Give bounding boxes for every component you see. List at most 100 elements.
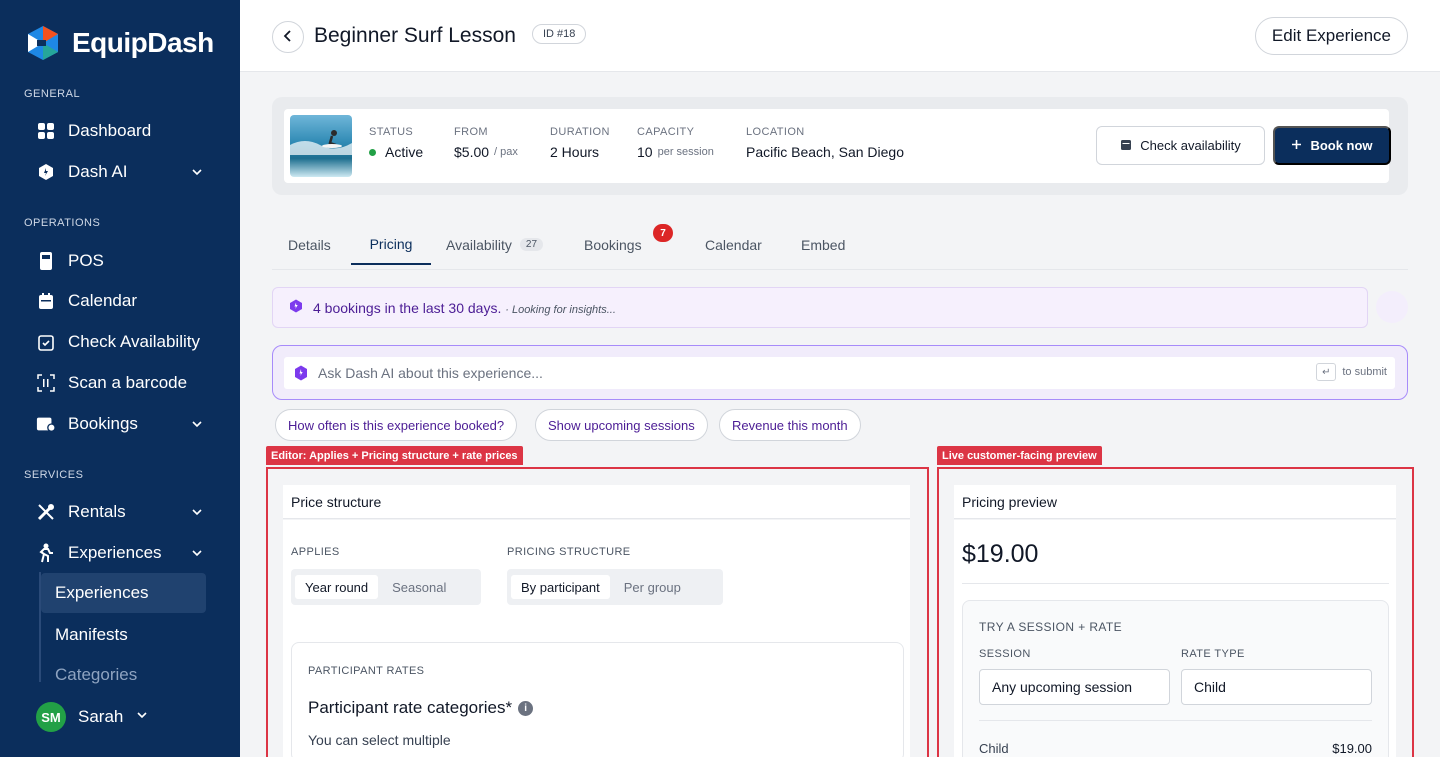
suggestion-chip[interactable]: How often is this experience booked? [275, 409, 518, 441]
sidebar-item-dash-ai[interactable]: Dash AI [36, 154, 216, 190]
ai-hexagon-icon [289, 299, 303, 316]
sidebar-item-calendar[interactable]: Calendar [36, 283, 216, 319]
sidebar-item-bookings[interactable]: Bookings [36, 406, 216, 442]
submit-hint: ↵ to submit [1316, 363, 1387, 381]
grid-icon [36, 121, 56, 141]
session-label: SESSION [979, 648, 1031, 660]
applies-toggle: Year round Seasonal [291, 569, 481, 605]
capacity-label: CAPACITY [637, 126, 695, 138]
user-menu[interactable]: SM Sarah [36, 702, 149, 732]
duration-value: 2 Hours [550, 144, 600, 160]
tab-label: Details [288, 236, 331, 253]
tab-calendar[interactable]: Calendar [689, 224, 778, 265]
participant-rates-card: PARTICIPANT RATES Participant rate categ… [291, 642, 904, 757]
session-select[interactable]: Any upcoming session [979, 669, 1170, 705]
book-now-button[interactable]: Book now [1273, 126, 1391, 165]
info-icon[interactable]: i [518, 701, 534, 717]
preview-price: $19.00 [962, 540, 1039, 568]
tab-availability[interactable]: Availability 27 [430, 224, 559, 265]
brand[interactable]: EquipDash [24, 24, 214, 62]
insight-hint: · Looking for insights... [505, 303, 616, 316]
calendar-icon [36, 291, 56, 311]
sidebar-item-label: Dash AI [68, 162, 128, 181]
sidebar-item-label: Rentals [68, 502, 126, 521]
pricing-preview-title: Pricing preview [954, 485, 1396, 519]
bookings-icon [36, 414, 56, 434]
divider [979, 720, 1372, 721]
calendar-icon [1120, 138, 1132, 154]
suggestion-chip[interactable]: Revenue this month [719, 409, 861, 441]
line-item-label: Child [979, 741, 1009, 756]
sidebar-item-label: Experiences [68, 543, 162, 562]
experience-thumbnail [290, 115, 352, 177]
rate-categories-subtitle: You can select multiple [308, 732, 451, 748]
sidebar-subitem-manifests[interactable]: Manifests [41, 615, 206, 655]
ask-ai-input[interactable]: Ask Dash AI about this experience... ↵ t… [284, 357, 1395, 389]
applies-option-seasonal[interactable]: Seasonal [382, 575, 456, 599]
from-field: FROM $5.00 / pax [454, 126, 518, 160]
enter-key-icon: ↵ [1316, 363, 1337, 381]
section-label-general: GENERAL [24, 88, 81, 100]
ask-ai-placeholder: Ask Dash AI about this experience... [318, 365, 543, 381]
experience-summary: STATUS Active FROM $5.00 / pax DURATION 2… [272, 97, 1408, 195]
sidebar-item-dashboard[interactable]: Dashboard [36, 113, 216, 149]
try-session-label: TRY A SESSION + RATE [979, 620, 1123, 634]
sidebar-item-label: Check Availability [68, 332, 200, 351]
user-name: Sarah [78, 707, 124, 726]
check-availability-button[interactable]: Check availability [1096, 126, 1265, 165]
suggestion-chip[interactable]: Show upcoming sessions [535, 409, 708, 441]
structure-option-per-group[interactable]: Per group [614, 575, 691, 599]
sidebar-item-check-availability[interactable]: Check Availability [36, 324, 216, 360]
back-button[interactable] [272, 21, 304, 53]
sidebar-item-label: Calendar [68, 291, 137, 310]
from-value: $5.00 [454, 144, 490, 160]
tab-pricing[interactable]: Pricing [351, 224, 431, 265]
availability-count: 27 [519, 238, 544, 251]
sidebar-subitem-categories[interactable]: Categories [41, 655, 206, 695]
line-item-value: $19.00 [1332, 741, 1372, 756]
applies-label: APPLIES [291, 546, 340, 558]
annotation-preview-label: Live customer-facing preview [937, 446, 1102, 465]
sidebar-item-label: Scan a barcode [68, 373, 188, 392]
applies-option-year-round[interactable]: Year round [295, 575, 379, 599]
annotation-editor-label: Editor: Applies + Pricing structure + ra… [266, 446, 523, 465]
page-header: Beginner Surf Lesson ID #18 Edit Experie… [240, 0, 1440, 72]
insight-action-button[interactable] [1376, 291, 1408, 323]
sidebar-item-label: Bookings [68, 414, 138, 433]
rate-type-select[interactable]: Child [1181, 669, 1372, 705]
status-value: Active [385, 144, 424, 160]
chevron-down-icon [190, 164, 204, 184]
id-badge: ID #18 [532, 24, 587, 44]
divider [962, 583, 1389, 584]
capacity-unit: per session [657, 146, 714, 158]
structure-option-by-participant[interactable]: By participant [511, 575, 610, 599]
insight-text: 4 bookings in the last 30 days. [313, 299, 502, 316]
sidebar-subitem-experiences[interactable]: Experiences [41, 573, 206, 613]
experience-tabs: Details Pricing Availability 27 Bookings … [272, 224, 1408, 270]
duration-label: DURATION [550, 126, 610, 138]
brand-name: EquipDash [72, 27, 214, 58]
sidebar-item-rentals[interactable]: Rentals [36, 494, 216, 530]
ask-ai-box: Ask Dash AI about this experience... ↵ t… [272, 345, 1408, 400]
tab-bookings[interactable]: Bookings [568, 224, 658, 265]
edit-experience-button[interactable]: Edit Experience [1254, 17, 1408, 55]
tab-label: Availability [446, 236, 512, 253]
location-label: LOCATION [746, 126, 805, 138]
summary-card: STATUS Active FROM $5.00 / pax DURATION 2… [284, 109, 1391, 183]
status-dot [369, 148, 376, 156]
sidebar-item-label: POS [68, 251, 104, 270]
rate-categories-heading: Participant rate categories* i [308, 698, 534, 718]
chevron-down-icon [190, 545, 204, 565]
chevron-down-icon [135, 707, 149, 727]
tab-embed[interactable]: Embed [785, 224, 861, 265]
rate-type-label: RATE TYPE [1181, 648, 1245, 660]
sidebar-item-pos[interactable]: POS [36, 243, 216, 279]
section-label-operations: OPERATIONS [24, 217, 101, 229]
sidebar-item-experiences[interactable]: Experiences [36, 535, 216, 571]
from-unit: / pax [494, 146, 518, 158]
sidebar-item-scan-barcode[interactable]: Scan a barcode [36, 365, 216, 401]
tab-label: Bookings [584, 236, 642, 253]
tab-details[interactable]: Details [272, 224, 347, 265]
avatar: SM [36, 702, 66, 732]
pos-terminal-icon [36, 251, 56, 271]
